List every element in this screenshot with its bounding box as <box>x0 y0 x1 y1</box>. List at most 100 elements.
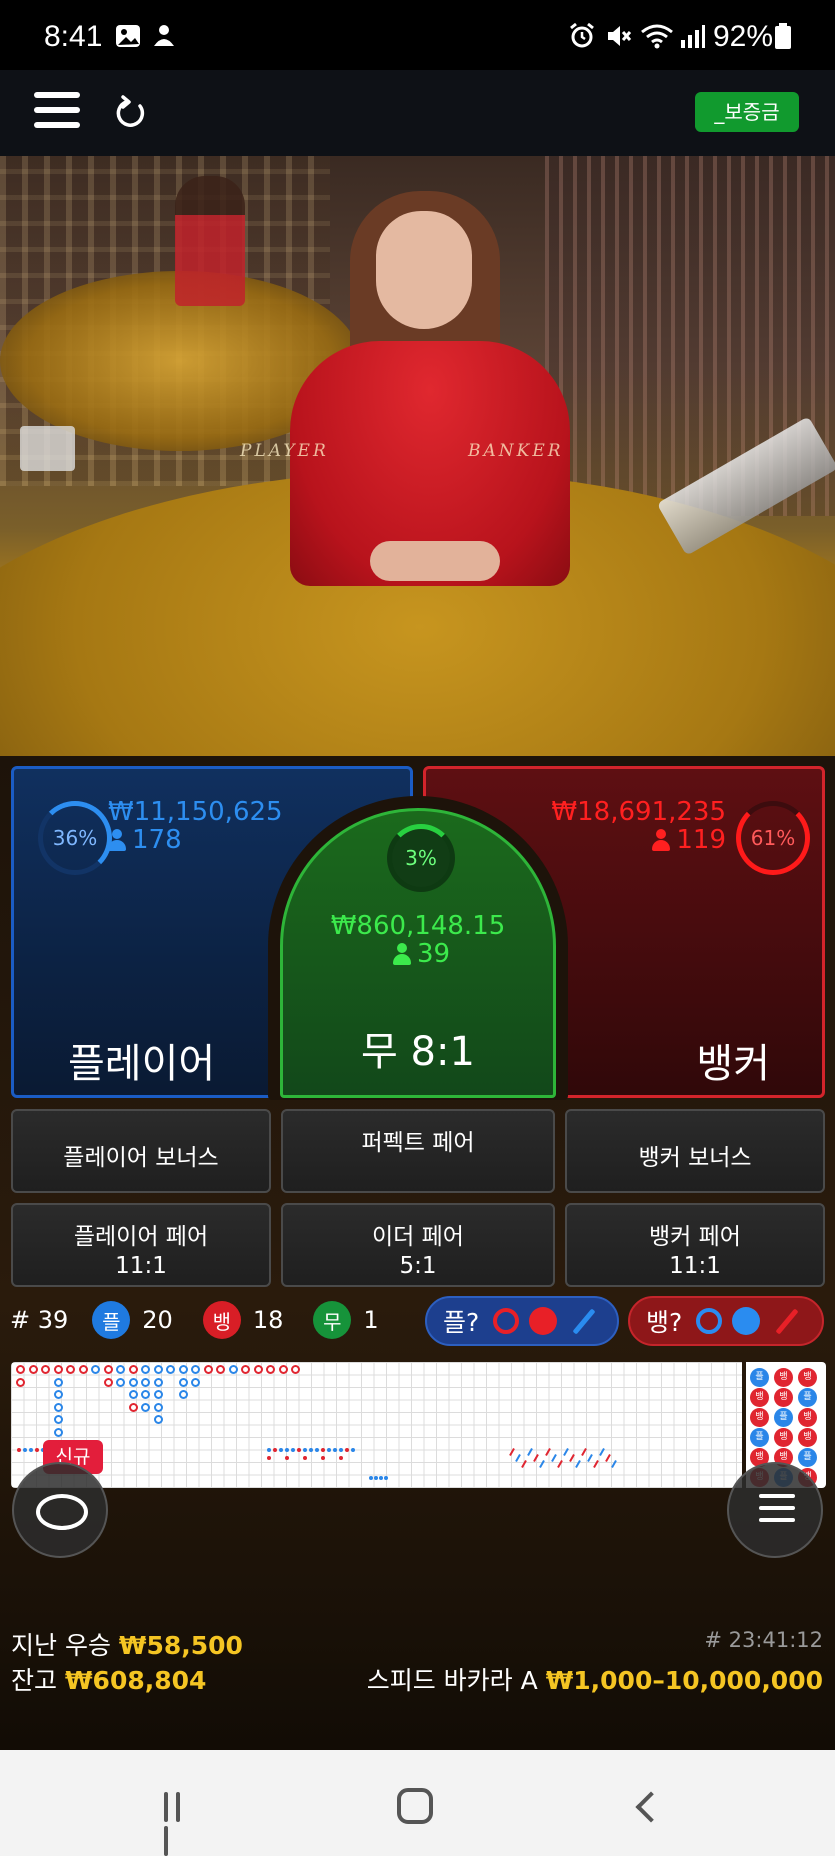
roadmap-mark <box>569 1454 575 1462</box>
banker-bonus-button[interactable]: 뱅커 보너스 <box>565 1109 825 1193</box>
player-bonus-button[interactable]: 플레이어 보너스 <box>11 1109 271 1193</box>
roadmap-mark <box>557 1460 563 1468</box>
roadmap-mark <box>128 1365 138 1374</box>
roadmap-mark <box>141 1377 150 1387</box>
reload-icon[interactable] <box>112 94 150 132</box>
roadmap-mark <box>267 1456 271 1460</box>
roadmap-mark <box>241 1365 250 1374</box>
roadmap-mark <box>599 1448 605 1456</box>
betting-panel: 36% ₩11,150,625 178 플레이어 61% ₩18,691,235… <box>0 756 835 1750</box>
person-icon <box>652 829 671 851</box>
roadmap-mark <box>103 1365 113 1374</box>
table-text-player: PLAYER <box>240 441 329 461</box>
banker-bonus-label: 뱅커 보너스 <box>638 1145 752 1171</box>
bead-road-cell: 뱅 <box>774 1388 793 1407</box>
roadmap-mark <box>374 1476 378 1480</box>
home-button[interactable] <box>397 1788 433 1824</box>
table-name: 스피드 바카라 A <box>366 1666 538 1695</box>
player-bettor-count: 178 <box>108 825 182 855</box>
roadmap-mark <box>178 1390 188 1399</box>
roadmap-mark <box>253 1365 263 1374</box>
roadmap-mark <box>53 1415 63 1424</box>
balance-label: 잔고 <box>11 1666 58 1695</box>
last-win: 지난 우승 ₩58,500 <box>11 1626 243 1662</box>
cockroach-slash-icon <box>775 1307 799 1335</box>
hamburger-menu-button[interactable] <box>34 92 80 132</box>
roadmap-mark <box>103 1377 113 1387</box>
bead-road-cell: 뱅 <box>774 1428 793 1447</box>
small-road-dot-icon <box>732 1307 761 1335</box>
round-number: # 39 <box>10 1306 69 1334</box>
roadmap-mark <box>191 1377 200 1387</box>
player-label: 플레이어 <box>68 1041 216 1087</box>
bead-road-cell: 뱅 <box>798 1428 817 1447</box>
roadmap-mark <box>351 1448 355 1452</box>
table-text-banker: BANKER <box>468 441 564 461</box>
roadmap-mark <box>228 1365 238 1374</box>
gallery-icon <box>116 25 140 47</box>
roadmap-mark <box>23 1448 27 1452</box>
tie-bet-area[interactable]: 3% ₩860,148.15 39 무 8:1 <box>280 808 556 1098</box>
roadmap-mark <box>327 1448 331 1452</box>
roadmap-mark <box>153 1365 163 1374</box>
roadmap-mark <box>16 1377 25 1387</box>
roadmap-mark <box>116 1377 125 1387</box>
table-limits: ₩1,000–10,000,000 <box>545 1666 823 1695</box>
banker-win-count: 18 <box>252 1306 284 1334</box>
round-stats: # 39 플 20 뱅 18 무 1 <box>10 1296 430 1344</box>
roadmap-mark <box>141 1365 150 1374</box>
card-stack <box>20 426 75 471</box>
player-ask-button[interactable]: 플? <box>425 1296 619 1346</box>
roadmap-mark <box>303 1456 307 1460</box>
roadmap-mark <box>379 1476 383 1480</box>
roadmap-mark <box>29 1448 33 1452</box>
banker-label: 뱅커 <box>696 1041 770 1087</box>
roadmap-mark <box>297 1448 301 1452</box>
background-dealer <box>175 176 245 306</box>
banker-percent-ring: 61% <box>736 801 810 875</box>
roadmap-mark <box>369 1476 373 1480</box>
roadmap-mark <box>545 1448 551 1456</box>
chips-button[interactable] <box>12 1462 108 1558</box>
player-stat-badge: 플 <box>92 1301 131 1339</box>
roadmap-mark <box>91 1365 100 1374</box>
banker-bettor-count: 119 <box>652 825 726 855</box>
banker-ask-button[interactable]: 뱅? <box>628 1296 824 1346</box>
alarm-icon <box>570 22 594 48</box>
roadmap-mark <box>153 1402 163 1412</box>
roadmap-mark <box>53 1390 63 1399</box>
roadmap-mark <box>53 1377 63 1387</box>
banker-pair-label: 뱅커 페어 <box>649 1224 741 1250</box>
either-pair-button[interactable]: 이더 페어 5:1 <box>281 1203 555 1287</box>
player-pair-button[interactable]: 플레이어 페어 11:1 <box>11 1203 271 1287</box>
roadmap-mark <box>291 1448 295 1452</box>
roadmap-mark <box>267 1448 271 1452</box>
roadmap-mark <box>273 1448 277 1452</box>
roadmap-mark <box>539 1460 545 1468</box>
roadmap-mark <box>285 1448 289 1452</box>
dealer <box>290 191 570 586</box>
roadmap-mark <box>605 1454 611 1462</box>
player-bet-amount: ₩11,150,625 <box>108 797 283 827</box>
recent-apps-button[interactable] <box>164 1792 198 1856</box>
roadmap-mark <box>203 1365 213 1374</box>
roadmap-mark <box>575 1460 581 1468</box>
roadmap-mark <box>166 1365 175 1374</box>
bead-road-cell: 플 <box>798 1388 817 1407</box>
bead-road-cell: 플 <box>750 1368 769 1387</box>
mute-icon <box>608 26 632 46</box>
roadmap-mark <box>533 1454 539 1462</box>
banker-pair-button[interactable]: 뱅커 페어 11:1 <box>565 1203 825 1287</box>
game-menu-button[interactable] <box>727 1462 823 1558</box>
back-button[interactable] <box>635 1791 667 1823</box>
player-percent-ring: 36% <box>38 801 112 875</box>
scoreboard-roadmap[interactable] <box>11 1362 742 1488</box>
roadmap-mark <box>527 1448 533 1456</box>
banker-percent: 61% <box>750 826 796 850</box>
perfect-pair-button[interactable]: 퍼펙트 페어 <box>281 1109 555 1193</box>
table-info: 스피드 바카라 A ₩1,000–10,000,000 <box>367 1661 823 1697</box>
bead-road-cell: 플 <box>750 1428 769 1447</box>
player-ask-label: 플? <box>443 1308 480 1337</box>
bonus-deposit-button[interactable]: _보증금 <box>695 92 799 132</box>
balance-amount: ₩608,804 <box>64 1666 207 1695</box>
